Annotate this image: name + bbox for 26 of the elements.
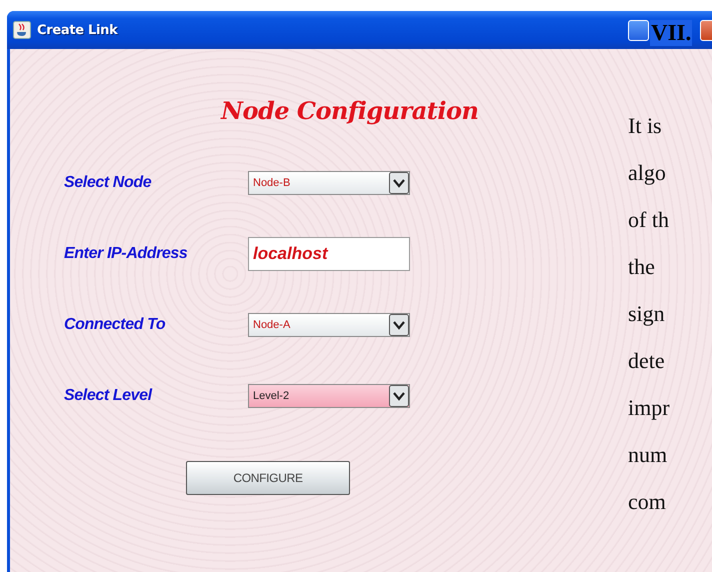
window-title: Create Link bbox=[37, 22, 118, 38]
minimize-button[interactable] bbox=[628, 20, 649, 40]
text-line: It is bbox=[628, 112, 662, 140]
text-line: impr bbox=[628, 394, 670, 422]
field-label: Enter IP-Address bbox=[64, 244, 188, 262]
chevron-down-icon bbox=[389, 384, 409, 406]
form-heading: Node Configuration bbox=[221, 96, 480, 125]
text-line: sign bbox=[628, 300, 665, 328]
text-line: dete bbox=[628, 347, 665, 375]
chevron-down-icon bbox=[389, 314, 409, 336]
text-line: algo bbox=[628, 159, 666, 187]
field-label: Select Level bbox=[64, 386, 152, 404]
dropdown[interactable]: Node-A bbox=[248, 312, 410, 336]
input-field[interactable]: localhost bbox=[248, 236, 410, 270]
coffee-cup-icon bbox=[13, 21, 31, 39]
configure-button[interactable]: CONFIGURE bbox=[186, 461, 350, 495]
dropdown[interactable]: Node-B bbox=[248, 170, 410, 194]
text-line: num bbox=[628, 441, 668, 469]
text-line: the bbox=[628, 253, 655, 281]
chevron-down-icon bbox=[389, 172, 409, 194]
dropdown[interactable]: Level-2 bbox=[248, 384, 410, 408]
text-line: of th bbox=[628, 206, 669, 234]
text-line: com bbox=[628, 488, 666, 516]
field-label: Connected To bbox=[64, 316, 166, 334]
section-heading: VII. bbox=[650, 20, 692, 46]
field-label: Select Node bbox=[64, 174, 152, 192]
